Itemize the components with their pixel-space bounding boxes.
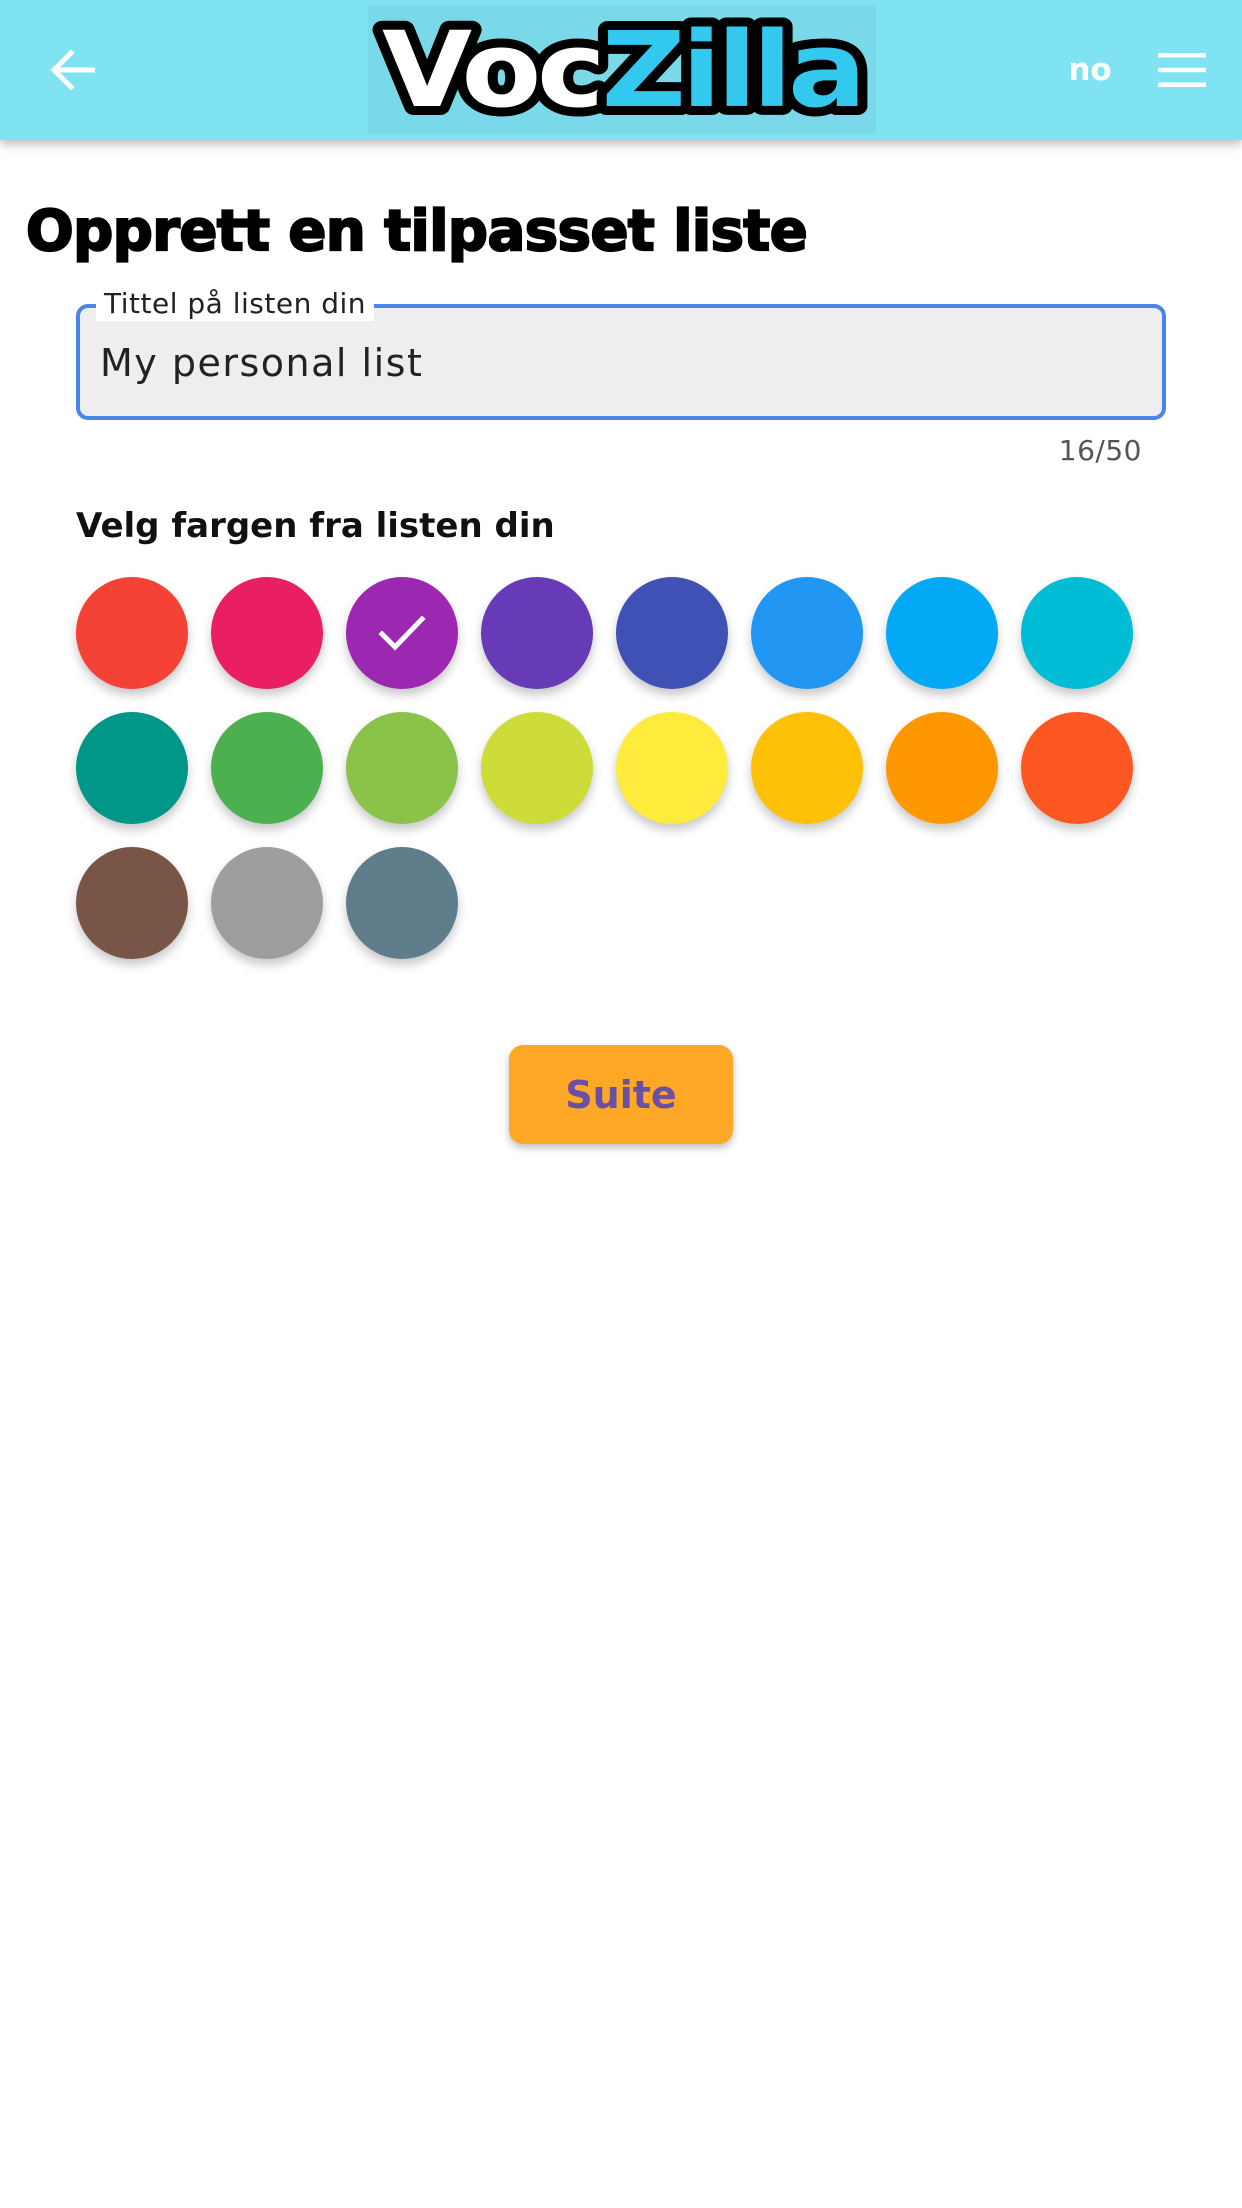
color-swatch[interactable] — [1021, 577, 1133, 689]
list-title-input[interactable] — [100, 332, 1140, 394]
color-swatch[interactable] — [616, 577, 728, 689]
character-counter: 16/50 — [1058, 434, 1142, 467]
color-swatch[interactable] — [211, 712, 323, 824]
hamburger-menu-icon — [1158, 53, 1206, 87]
language-label: no — [1068, 52, 1112, 88]
page-title: Opprett en tilpasset liste — [25, 198, 809, 265]
color-swatch[interactable] — [346, 712, 458, 824]
color-swatch[interactable] — [751, 577, 863, 689]
arrow-back-icon — [50, 50, 95, 90]
logo-part-zilla: Zilla — [601, 9, 862, 131]
color-swatch[interactable] — [616, 712, 728, 824]
color-swatch[interactable] — [346, 847, 458, 959]
color-swatch[interactable] — [886, 577, 998, 689]
language-selector[interactable]: no — [1050, 40, 1130, 100]
color-swatch-grid — [76, 577, 1136, 959]
next-button[interactable]: Suite — [509, 1045, 733, 1144]
svg-text:VocZilla: Voc Zilla — [382, 9, 862, 131]
color-swatch[interactable] — [76, 712, 188, 824]
back-button[interactable] — [34, 32, 110, 108]
color-swatch[interactable] — [211, 577, 323, 689]
color-swatch-selected[interactable] — [346, 577, 458, 689]
color-swatch[interactable] — [481, 577, 593, 689]
voczilla-logo: Voc Zilla — [368, 0, 876, 140]
menu-button[interactable] — [1148, 36, 1216, 104]
color-section-heading: Velg fargen fra listen din — [76, 506, 555, 546]
color-swatch[interactable] — [76, 577, 188, 689]
check-icon — [378, 615, 426, 651]
logo-part-voc: Voc — [382, 9, 601, 131]
color-swatch[interactable] — [886, 712, 998, 824]
app-bar: Voc Zilla no — [0, 0, 1242, 140]
color-swatch[interactable] — [751, 712, 863, 824]
color-swatch[interactable] — [1021, 712, 1133, 824]
title-field-label: Tittel på listen din — [96, 287, 375, 321]
color-swatch[interactable] — [481, 712, 593, 824]
color-swatch[interactable] — [76, 847, 188, 959]
color-swatch[interactable] — [211, 847, 323, 959]
